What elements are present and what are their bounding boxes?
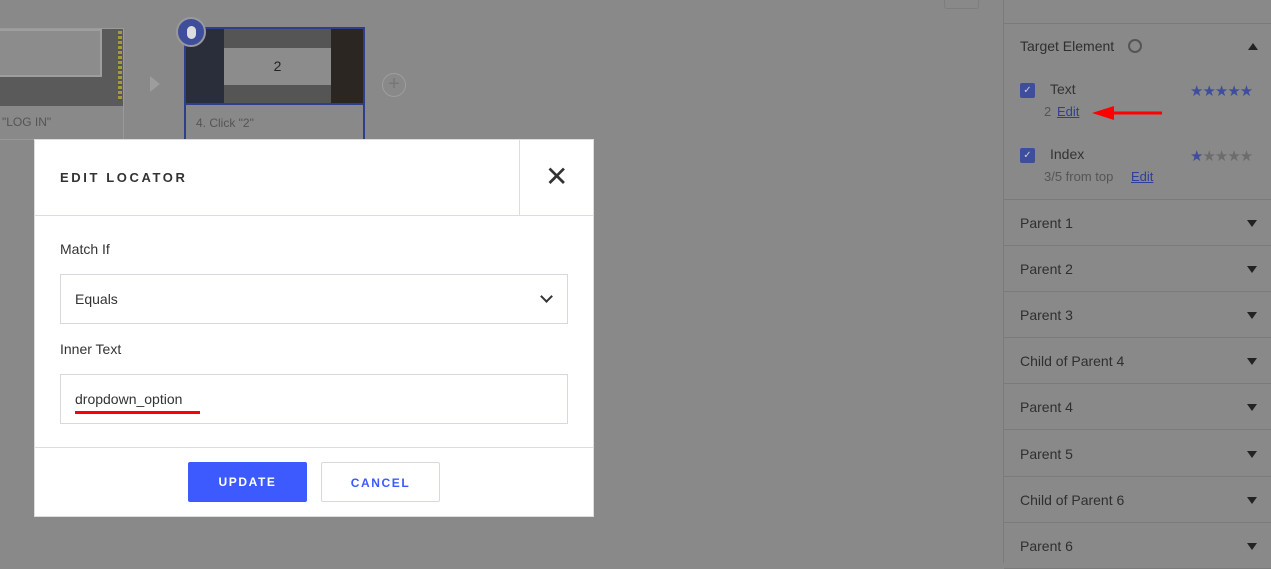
cancel-button[interactable]: CANCEL xyxy=(321,462,440,502)
rating-stars: ★★★★★ xyxy=(1190,148,1253,165)
step-card-login[interactable]: "LOG IN" xyxy=(0,28,124,140)
caret-down-icon xyxy=(1247,404,1257,412)
section-parent-2[interactable]: Parent 2 xyxy=(1004,246,1271,293)
match-if-label: Match If xyxy=(60,241,110,257)
match-if-value: Equals xyxy=(75,291,118,307)
gauge-icon xyxy=(1128,39,1142,53)
chevron-down-icon xyxy=(540,290,553,303)
section-label: Parent 2 xyxy=(1020,261,1073,278)
thumbnail-text: 2 xyxy=(224,48,331,85)
dialog-title: EDIT LOCATOR xyxy=(60,170,188,185)
caret-down-icon xyxy=(1247,496,1257,504)
edit-index-link[interactable]: Edit xyxy=(1131,169,1153,184)
section-parent-6[interactable]: Parent 6 xyxy=(1004,523,1271,569)
section-child-of-parent-6[interactable]: Child of Parent 6 xyxy=(1004,477,1271,523)
index-checkbox[interactable]: ✓ xyxy=(1020,148,1035,163)
caret-down-icon xyxy=(1247,312,1257,320)
section-label: Child of Parent 4 xyxy=(1020,353,1125,370)
annotation-arrow xyxy=(1092,106,1162,120)
step-thumbnail xyxy=(0,29,123,106)
section-label: Parent 6 xyxy=(1020,537,1073,554)
collapse-icon[interactable] xyxy=(1248,43,1258,50)
section-label: Child of Parent 6 xyxy=(1020,491,1125,508)
edit-text-link[interactable]: Edit xyxy=(1057,104,1079,119)
caret-down-icon xyxy=(1247,266,1257,274)
step-arrow-icon xyxy=(150,76,160,92)
toolbar-button[interactable] xyxy=(944,0,979,9)
locator-panel: Target Element ✓ Text 2 Edit ★★★★★ ✓ Ind… xyxy=(1003,0,1271,569)
add-step-button[interactable]: + xyxy=(382,73,406,97)
section-label: Parent 1 xyxy=(1020,215,1073,231)
section-parent-3[interactable]: Parent 3 xyxy=(1004,292,1271,339)
caret-down-icon xyxy=(1247,450,1257,458)
rating-stars: ★★★★★ xyxy=(1190,83,1253,100)
close-icon[interactable]: ✕ xyxy=(545,162,568,192)
match-if-select[interactable]: Equals xyxy=(60,274,568,324)
caret-down-icon xyxy=(1247,358,1257,366)
update-button[interactable]: UPDATE xyxy=(188,462,307,502)
locator-value: 2 xyxy=(1044,104,1052,119)
caret-down-icon xyxy=(1247,220,1257,227)
locator-label: Index xyxy=(1050,146,1085,162)
step-thumbnail: 2 xyxy=(186,29,363,105)
locator-value: 3/5 from top xyxy=(1044,169,1114,184)
section-parent-5[interactable]: Parent 5 xyxy=(1004,431,1271,477)
section-child-of-parent-4[interactable]: Child of Parent 4 xyxy=(1004,338,1271,385)
inner-text-value: dropdown_option xyxy=(75,391,183,407)
step-caption: "LOG IN" xyxy=(2,115,52,129)
text-checkbox[interactable]: ✓ xyxy=(1020,83,1035,98)
step-caption: 4. Click "2" xyxy=(196,116,254,130)
caret-down-icon xyxy=(1247,542,1257,550)
step-card-click-2[interactable]: 2 4. Click "2" xyxy=(184,27,365,141)
annotation-underline xyxy=(75,411,200,414)
inner-text-input[interactable]: dropdown_option xyxy=(60,374,568,424)
section-label: Parent 3 xyxy=(1020,307,1073,324)
section-label: Parent 5 xyxy=(1020,445,1073,462)
inner-text-label: Inner Text xyxy=(60,341,122,357)
target-element-title: Target Element xyxy=(1020,38,1115,54)
section-label: Parent 4 xyxy=(1020,399,1073,416)
edit-locator-dialog: EDIT LOCATOR ✕ Match If Equals Inner Tex… xyxy=(34,139,594,517)
locator-label: Text xyxy=(1050,81,1076,97)
mouse-icon xyxy=(176,17,206,47)
section-parent-1[interactable]: Parent 1 xyxy=(1004,200,1271,246)
section-parent-4[interactable]: Parent 4 xyxy=(1004,384,1271,431)
